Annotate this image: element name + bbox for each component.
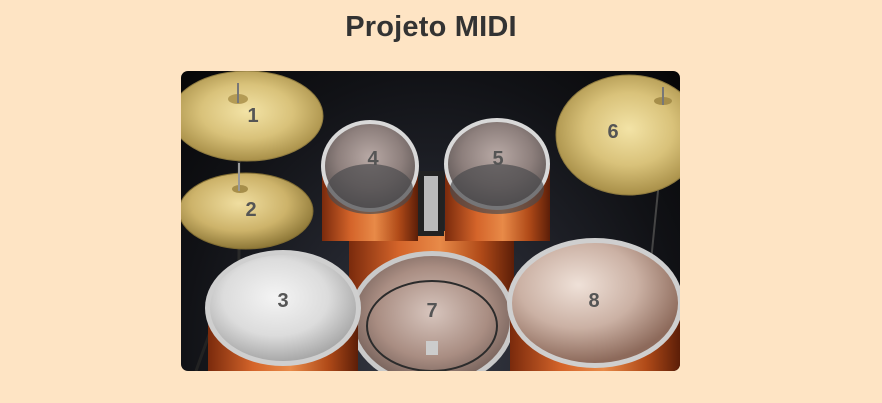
pad-label: 5 xyxy=(492,147,504,170)
pad-label: 1 xyxy=(247,104,259,127)
pad-crash-cymbal[interactable]: 1 xyxy=(223,96,283,136)
pad-label: 6 xyxy=(607,120,619,143)
pad-label: 2 xyxy=(245,198,257,221)
pad-label: 7 xyxy=(426,299,438,322)
pad-label: 3 xyxy=(277,289,289,312)
pad-bass-drum[interactable]: 7 xyxy=(402,291,462,331)
pad-floor-tom[interactable]: 8 xyxy=(564,281,624,321)
pad-label: 8 xyxy=(588,289,600,312)
pad-tom-left[interactable]: 4 xyxy=(343,139,403,179)
pad-snare-drum[interactable]: 3 xyxy=(253,281,313,321)
pad-ride-cymbal[interactable]: 6 xyxy=(583,112,643,152)
pad-hi-hat[interactable]: 2 xyxy=(221,190,281,230)
page: Projeto MIDI 1 2 3 4 5 6 7 8 xyxy=(0,0,882,403)
pad-label: 4 xyxy=(367,147,379,170)
page-title: Projeto MIDI xyxy=(345,11,517,43)
pad-tom-right[interactable]: 5 xyxy=(468,139,528,179)
drum-kit-image: 1 2 3 4 5 6 7 8 xyxy=(181,71,680,371)
